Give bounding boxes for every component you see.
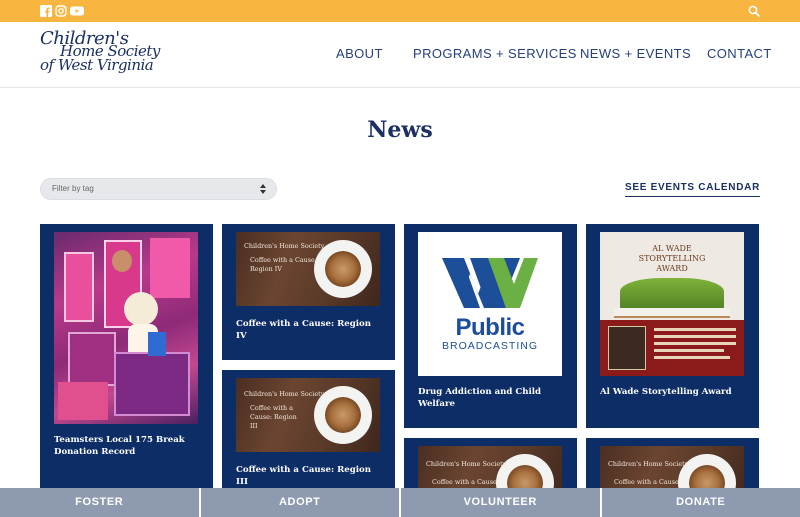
card-caption: Al Wade Storytelling Award (600, 387, 732, 397)
news-card[interactable]: Teamsters Local 175 Break Donation Recor… (40, 224, 213, 494)
image-org-text: Children's Home Society (244, 390, 325, 398)
adopt-button[interactable]: ADOPT (200, 488, 401, 517)
donate-button[interactable]: DONATE (601, 488, 800, 517)
nav-news-events[interactable]: NEWS + EVENTS (580, 46, 691, 61)
site-header: Children's Home Society of West Virginia… (0, 22, 800, 88)
coffee-photo: Children's Home Society Coffee with a Ca… (236, 378, 380, 452)
image-org-text: Children's Home Society (244, 242, 325, 250)
see-events-calendar-link[interactable]: SEE EVENTS CALENDAR (625, 182, 760, 197)
coffee-photo: Children's Home Society Coffee with a Ca… (236, 232, 380, 306)
toys-photo (54, 232, 198, 424)
volunteer-button[interactable]: VOLUNTEER (401, 488, 602, 517)
filter-placeholder: Filter by tag (52, 184, 94, 193)
award-title-line-1: AL WADE (652, 244, 692, 253)
page-title: News (367, 117, 433, 143)
news-card[interactable]: Children's Home Society Coffee with a Ca… (222, 370, 395, 494)
youtube-icon[interactable] (70, 5, 84, 17)
news-card[interactable]: Children's Home Society Coffee with a Ca… (222, 224, 395, 360)
image-event-text: Coffee with a Cause: (432, 478, 499, 486)
award-title-line-2: STORYTELLING (638, 254, 706, 263)
tag-filter-select[interactable]: Filter by tag (40, 178, 277, 200)
image-event-text: Coffee with a Cause: (614, 478, 681, 486)
foster-button[interactable]: FOSTER (0, 488, 201, 517)
card-caption: Teamsters Local 175 Break Donation Recor… (54, 435, 185, 457)
card-caption: Coffee with a Cause: Region IV (236, 319, 371, 341)
card-caption: Drug Addiction and Child Welfare (418, 387, 542, 409)
wv-public-broadcasting-logo: Public BROADCASTING (418, 232, 562, 376)
nav-programs-services[interactable]: PROGRAMS + SERVICES (413, 46, 577, 61)
image-org-text: Children's Home Society (608, 460, 689, 468)
nav-contact[interactable]: CONTACT (707, 46, 772, 61)
logo-subtitle: BROADCASTING (441, 340, 538, 352)
news-card[interactable]: Public BROADCASTING Drug Addiction and C… (404, 224, 577, 428)
award-poster: AL WADE STORYTELLING AWARD (600, 232, 744, 376)
search-icon[interactable] (748, 5, 760, 17)
image-event-text: Coffee with a Cause: Region IV (250, 256, 317, 273)
news-card[interactable]: AL WADE STORYTELLING AWARD Al Wade Story… (586, 224, 759, 428)
image-event-text: Coffee with a Cause: Region III (250, 404, 297, 430)
action-bar: FOSTER ADOPT VOLUNTEER DONATE (0, 488, 800, 517)
site-logo[interactable]: Children's Home Society of West Virginia (40, 28, 165, 80)
nav-about[interactable]: ABOUT (336, 46, 383, 61)
logo-wordmark: Public (455, 314, 525, 341)
instagram-icon[interactable] (55, 5, 67, 17)
image-org-text: Children's Home Society (426, 460, 507, 468)
logo-line-3: of West Virginia (40, 56, 154, 74)
select-arrows-icon (260, 184, 266, 194)
card-caption: Coffee with a Cause: Region III (236, 465, 371, 487)
award-title-line-3: AWARD (656, 264, 688, 273)
top-utility-bar (0, 0, 800, 22)
facebook-icon[interactable] (40, 5, 52, 17)
